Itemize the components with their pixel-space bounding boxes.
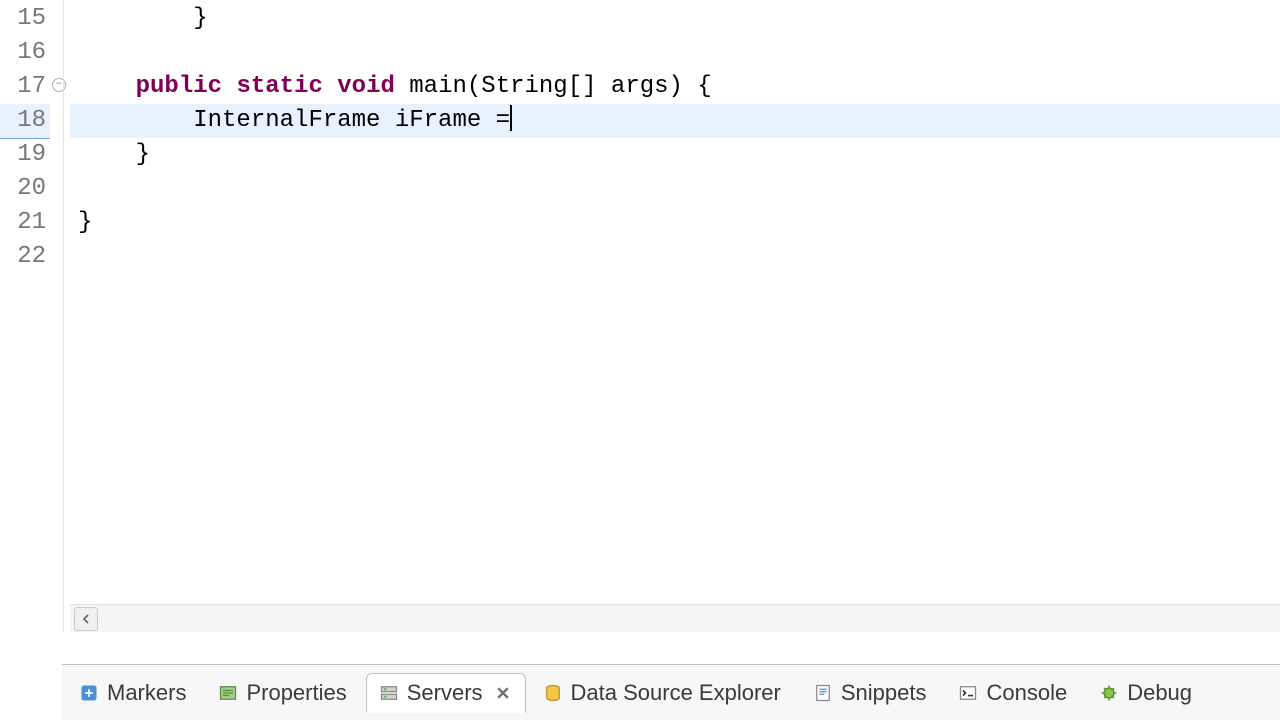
- tab-console[interactable]: Console: [945, 673, 1082, 713]
- line-number: 15: [0, 2, 50, 36]
- text-caret: [510, 105, 512, 131]
- line-number: 22: [0, 240, 50, 274]
- code-line[interactable]: }: [70, 138, 1280, 172]
- code-area[interactable]: } public static void main(String[] args)…: [70, 0, 1280, 632]
- line-number: 20: [0, 172, 50, 206]
- views-tab-bar: Markers Properties Servers Data Source Expl…: [62, 664, 1280, 720]
- code-line[interactable]: }: [70, 206, 1280, 240]
- debug-icon: [1099, 683, 1119, 703]
- tab-label: Properties: [246, 680, 346, 706]
- code-editor[interactable]: 1516171819202122 – } public static void …: [0, 0, 1280, 632]
- tab-properties[interactable]: Properties: [205, 673, 361, 713]
- code-line[interactable]: InternalFrame iFrame =: [70, 104, 1280, 138]
- tab-label: Markers: [107, 680, 186, 706]
- tab-markers[interactable]: Markers: [66, 673, 201, 713]
- scroll-left-button[interactable]: [74, 607, 98, 631]
- line-number: 18: [0, 104, 50, 138]
- tab-label: Debug: [1127, 680, 1192, 706]
- tab-label: Data Source Explorer: [571, 680, 781, 706]
- markers-icon: [79, 683, 99, 703]
- folding-gutter: –: [50, 0, 70, 632]
- properties-icon: [218, 683, 238, 703]
- code-line[interactable]: [70, 36, 1280, 70]
- horizontal-scrollbar[interactable]: [70, 604, 1280, 632]
- code-line[interactable]: }: [70, 2, 1280, 36]
- console-icon: [958, 683, 978, 703]
- servers-icon: [379, 683, 399, 703]
- datasource-icon: [543, 683, 563, 703]
- code-line[interactable]: public static void main(String[] args) {: [70, 70, 1280, 104]
- code-line[interactable]: [70, 240, 1280, 274]
- line-number-gutter: 1516171819202122: [0, 0, 50, 632]
- code-line[interactable]: [70, 172, 1280, 206]
- tab-dse[interactable]: Data Source Explorer: [530, 673, 796, 713]
- chevron-left-icon: [81, 614, 91, 624]
- snippets-icon: [813, 683, 833, 703]
- close-icon[interactable]: [495, 685, 511, 701]
- line-number: 17: [0, 70, 50, 104]
- line-number: 16: [0, 36, 50, 70]
- tab-snippets[interactable]: Snippets: [800, 673, 942, 713]
- line-number: 19: [0, 138, 50, 172]
- line-number: 21: [0, 206, 50, 240]
- tab-debug[interactable]: Debug: [1086, 673, 1207, 713]
- tab-label: Snippets: [841, 680, 927, 706]
- tab-label: Servers: [407, 680, 483, 706]
- gutter-divider: [63, 0, 64, 632]
- tab-label: Console: [986, 680, 1067, 706]
- tab-servers[interactable]: Servers: [366, 673, 526, 713]
